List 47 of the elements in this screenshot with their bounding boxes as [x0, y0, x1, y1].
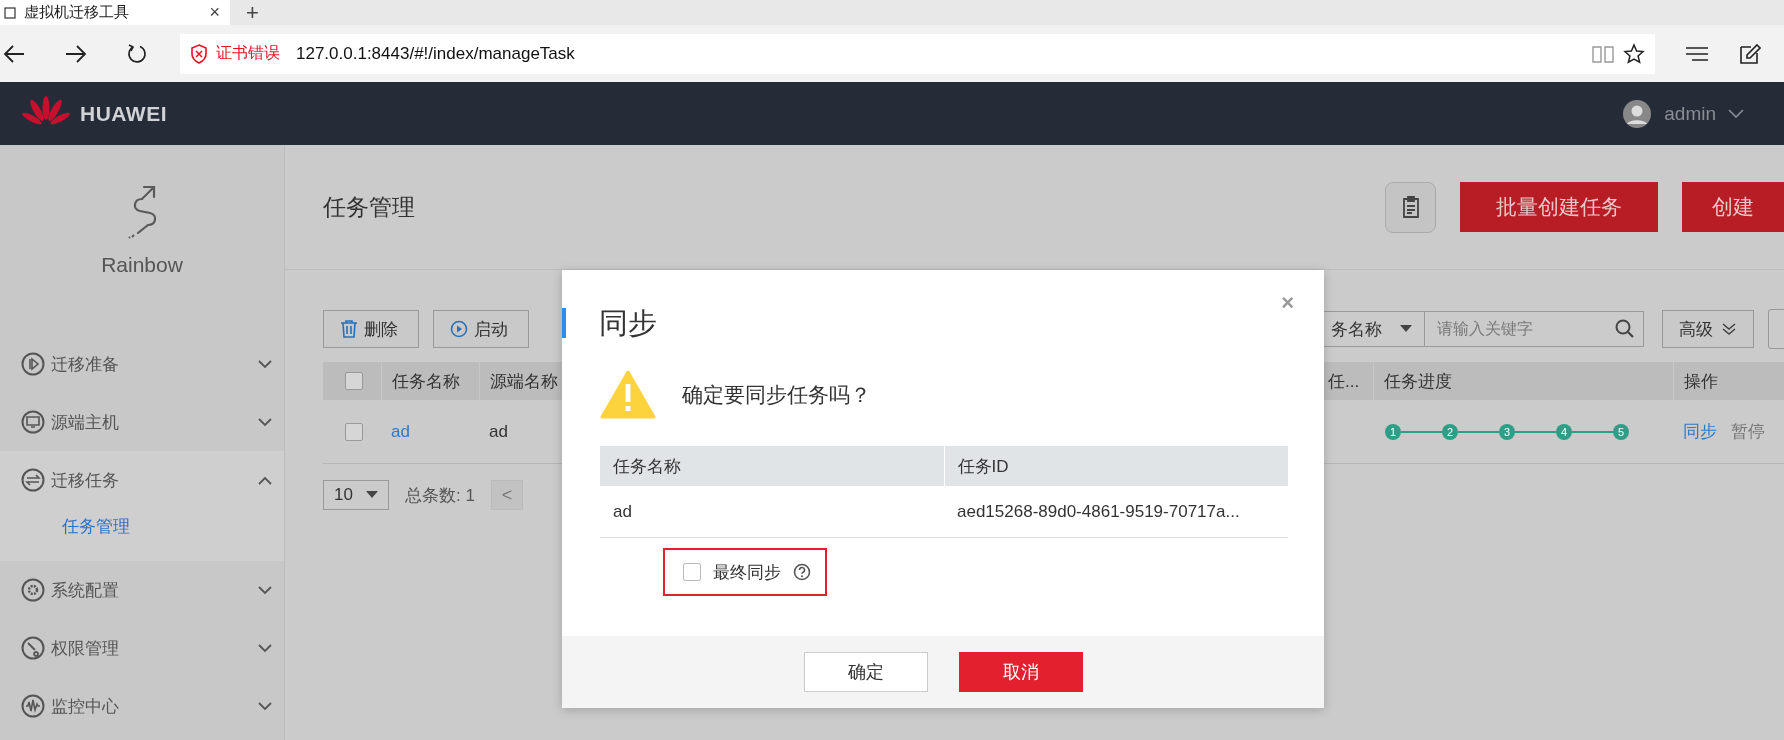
brand-name: HUAWEI — [80, 101, 167, 126]
progress-step: 2 — [1442, 423, 1458, 440]
progress-step: 3 — [1499, 423, 1515, 440]
sidebar-item[interactable]: 迁移准备 — [0, 335, 284, 393]
new-tab-button[interactable]: + — [246, 0, 259, 26]
delete-button[interactable]: 删除 — [323, 310, 419, 348]
total-count: 总条数: 1 — [405, 484, 475, 507]
sidebar-item[interactable]: 权限管理 — [0, 619, 284, 677]
sidebar-subitem[interactable]: 任务管理 — [62, 509, 130, 553]
confirm-button[interactable]: 确定 — [803, 652, 928, 692]
close-tab-button[interactable]: × — [209, 2, 220, 23]
search-field[interactable]: 请输入关键字 — [1424, 311, 1644, 347]
url-text: 127.0.0.1:8443/#!/index/manageTask — [296, 43, 575, 64]
dialog-title: 同步 — [599, 306, 658, 341]
start-button[interactable]: 启动 — [433, 310, 529, 348]
tab-title: 虚拟机迁移工具 — [24, 3, 129, 22]
create-button[interactable]: 批量创建任务 — [1460, 182, 1658, 232]
progress-step: 5 — [1613, 423, 1629, 440]
table-cell-text: ad — [612, 500, 633, 523]
advanced-button[interactable]: 高级 — [1662, 310, 1754, 348]
option-label[interactable]: 最终同步 — [713, 560, 781, 584]
column-header: 任务进度 — [1373, 362, 1673, 400]
action-link[interactable]: 同步 — [1683, 420, 1717, 443]
page-title: 任务管理 — [323, 192, 415, 222]
app-name: Rainbow — [101, 253, 183, 277]
page-size-select[interactable]: 10 — [323, 480, 389, 510]
browser-tab[interactable]: 虚拟机迁移工具 × — [0, 0, 230, 25]
sidebar-item[interactable]: 源端主机 — [0, 393, 284, 451]
address-bar[interactable]: 证书错误 127.0.0.1:8443/#!/index/manageTask — [180, 33, 1655, 74]
create-button[interactable]: 创建 — [1682, 182, 1784, 232]
cancel-button[interactable]: 取消 — [958, 652, 1083, 692]
table-cell-text: aed15268-89d0-4861-9519-70717a... — [956, 500, 1241, 523]
progress-step: 4 — [1556, 423, 1572, 440]
user-name[interactable]: admin — [1664, 102, 1716, 125]
column-header: 任务ID — [943, 446, 1288, 486]
column-header: 任务名称 — [612, 455, 682, 478]
column-header: 操作 — [1673, 362, 1784, 400]
action-link[interactable]: 暂停 — [1731, 420, 1765, 443]
column-header: 任务名称 — [381, 362, 479, 400]
certificate-error-label: 证书错误 — [216, 43, 280, 63]
sidebar-item[interactable]: 系统配置 — [0, 561, 284, 619]
task-name-link[interactable]: ad — [391, 421, 410, 442]
progress-step: 1 — [1385, 423, 1401, 440]
table-cell: ad — [489, 421, 508, 442]
sidebar-item[interactable]: 监控中心 — [0, 677, 284, 735]
previous-page-button[interactable]: < — [490, 480, 523, 510]
sidebar-item[interactable]: 迁移任务 — [0, 451, 284, 509]
